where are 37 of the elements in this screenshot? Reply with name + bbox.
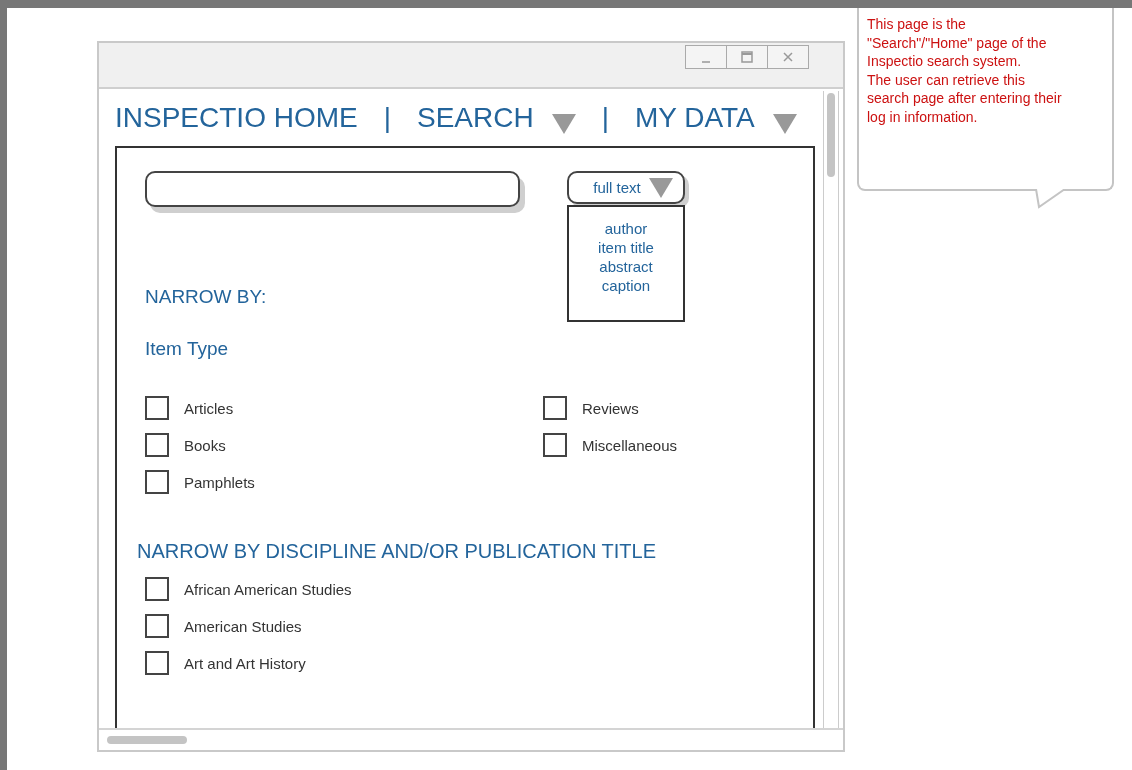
checkbox-label: American Studies: [184, 617, 302, 635]
checkbox[interactable]: [145, 651, 169, 675]
checkbox[interactable]: [543, 396, 567, 420]
vertical-scrollbar[interactable]: [823, 91, 839, 728]
checkbox[interactable]: [145, 433, 169, 457]
dropdown-caret-icon: [772, 113, 797, 134]
checkbox-label: Books: [184, 436, 226, 454]
checkbox-label: Articles: [184, 399, 234, 417]
subsection-heading: Item Type: [145, 338, 229, 360]
maximize-icon: [741, 51, 753, 63]
close-icon: [783, 52, 793, 62]
dropdown-option[interactable]: caption: [601, 276, 651, 295]
checkbox-label: African American Studies: [184, 580, 352, 598]
nav-menu[interactable]: SEARCH: [417, 101, 534, 134]
checkbox-label: Pamphlets: [184, 473, 255, 491]
checkbox[interactable]: [543, 433, 567, 457]
checkbox[interactable]: [145, 577, 169, 601]
section-heading: NARROW BY:: [145, 286, 267, 308]
checkbox[interactable]: [145, 614, 169, 638]
checkbox-label: Miscellaneous: [582, 436, 678, 454]
checkbox[interactable]: [145, 470, 169, 494]
checkbox-label: Reviews: [582, 399, 639, 417]
dropdown-option[interactable]: abstract: [599, 257, 653, 276]
dropdown-option[interactable]: author: [604, 219, 648, 238]
nav-link[interactable]: INSPECTIO HOME: [115, 101, 358, 134]
nav-separator: |: [601, 101, 609, 134]
checkbox-label: Art and Art History: [184, 654, 306, 672]
nav-separator: |: [383, 101, 391, 134]
checkbox[interactable]: [145, 396, 169, 420]
dropdown-caret-icon: [551, 113, 576, 134]
dropdown-option[interactable]: item title: [598, 238, 654, 257]
annotation-text: This page is the "Search"/"Home" page of the Inspectio search system. The user can retrieve this search page after entering their log in information.: [867, 15, 1063, 126]
nav-menu[interactable]: MY DATA: [634, 101, 755, 134]
minimize-icon: [701, 61, 711, 63]
search-field[interactable]: [145, 171, 520, 207]
section-heading: NARROW BY DISCIPLINE AND/OR PUBLICATION TITLE: [137, 540, 656, 563]
dropdown-caret-icon: [648, 177, 673, 198]
